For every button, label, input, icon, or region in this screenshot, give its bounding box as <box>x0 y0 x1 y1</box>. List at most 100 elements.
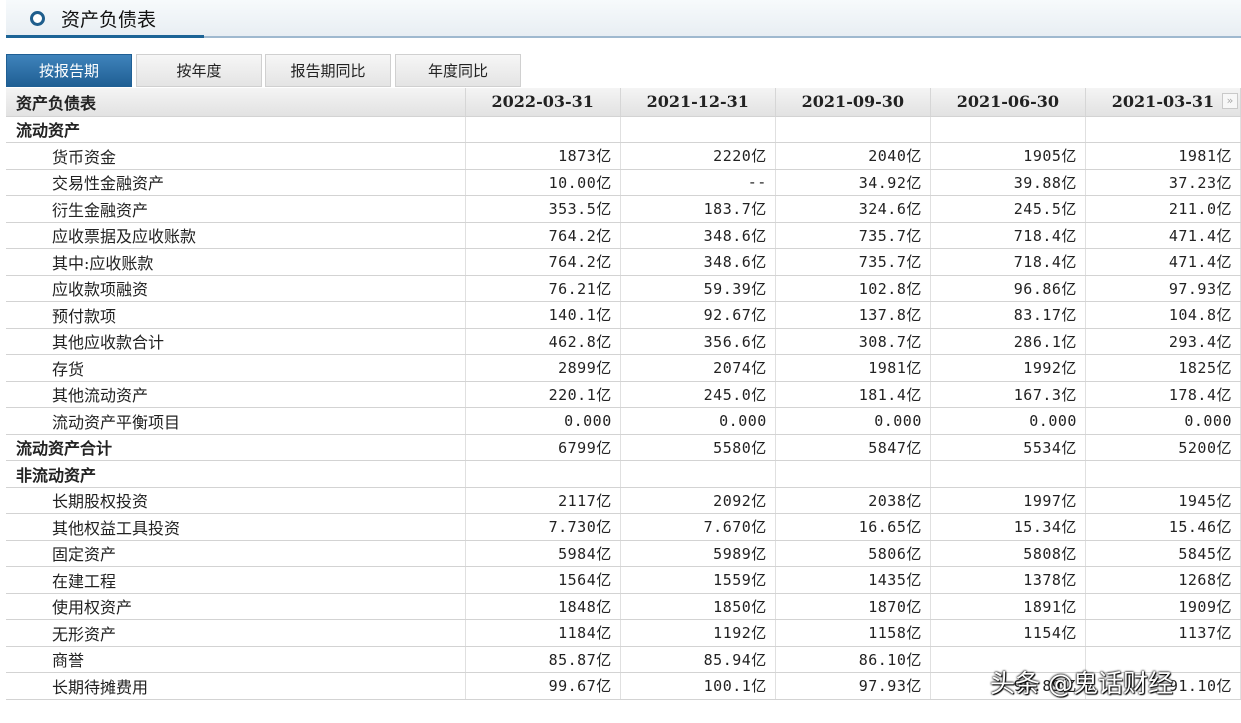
tab-report-period-yoy[interactable]: 报告期同比 <box>265 54 391 87</box>
row-label: 其他流动资产 <box>6 381 466 408</box>
value-cell: 1154亿 <box>930 619 1086 647</box>
value-cell: 293.4亿 <box>1085 328 1241 355</box>
value-cell <box>1085 116 1241 143</box>
page-header: 资产负债表 <box>6 0 1241 38</box>
row-label: 其他权益工具投资 <box>6 513 466 541</box>
row-label: 货币资金 <box>6 142 466 170</box>
row-label: 其中:应收账款 <box>6 248 466 276</box>
value-cell: 39.88亿 <box>930 169 1086 196</box>
value-cell: 2038亿 <box>775 487 931 514</box>
value-cell: 0.000 <box>620 407 776 435</box>
row-label: 商誉 <box>6 646 466 673</box>
table-header-row: 资产负债表 2022-03-31 2021-12-31 2021-09-30 2… <box>6 88 1241 117</box>
table-row: 使用权资产 1848亿 1850亿 1870亿 1891亿 1909亿 <box>6 593 1241 620</box>
value-cell: 1848亿 <box>465 593 621 620</box>
watermark: 头条 @鬼话财经 <box>990 669 1173 698</box>
row-label: 预付款项 <box>6 301 466 329</box>
value-cell: 471.4亿 <box>1085 222 1241 249</box>
value-cell: 59.39亿 <box>620 275 776 302</box>
value-cell: 245.5亿 <box>930 195 1086 223</box>
value-cell: 1850亿 <box>620 593 776 620</box>
value-cell <box>465 460 621 488</box>
table-row: 其中:应收账款 764.2亿 348.6亿 735.7亿 718.4亿 471.4亿 <box>6 248 1241 276</box>
row-label: 衍生金融资产 <box>6 195 466 223</box>
row-label: 交易性金融资产 <box>6 169 466 196</box>
value-cell: 2074亿 <box>620 354 776 382</box>
value-cell: 1945亿 <box>1085 487 1241 514</box>
table-row: 衍生金融资产 353.5亿 183.7亿 324.6亿 245.5亿 211.0亿 <box>6 195 1241 223</box>
table-row: 其他流动资产 220.1亿 245.0亿 181.4亿 167.3亿 178.4亿 <box>6 381 1241 408</box>
header-accent-bar <box>6 35 204 38</box>
value-cell: 718.4亿 <box>930 222 1086 249</box>
value-cell: 92.67亿 <box>620 301 776 329</box>
value-cell: 140.1亿 <box>465 301 621 329</box>
value-cell: 85.94亿 <box>620 646 776 673</box>
value-cell <box>930 460 1086 488</box>
next-page-icon[interactable]: » <box>1222 93 1238 109</box>
value-cell: 5984亿 <box>465 540 621 567</box>
value-cell: 1909亿 <box>1085 593 1241 620</box>
value-cell: 104.8亿 <box>1085 301 1241 329</box>
value-cell: 167.3亿 <box>930 381 1086 408</box>
value-cell: 7.670亿 <box>620 513 776 541</box>
table-row: 预付款项 140.1亿 92.67亿 137.8亿 83.17亿 104.8亿 <box>6 301 1241 329</box>
table-row: 货币资金 1873亿 2220亿 2040亿 1905亿 1981亿 <box>6 142 1241 170</box>
value-cell: 15.46亿 <box>1085 513 1241 541</box>
value-cell: 86.10亿 <box>775 646 931 673</box>
row-label: 流动资产合计 <box>6 434 466 461</box>
value-cell: 10.00亿 <box>465 169 621 196</box>
tab-by-report-period[interactable]: 按报告期 <box>6 54 132 87</box>
value-cell: 7.730亿 <box>465 513 621 541</box>
value-cell <box>930 116 1086 143</box>
value-cell <box>465 116 621 143</box>
table-row: 应收款项融资 76.21亿 59.39亿 102.8亿 96.86亿 97.93亿 <box>6 275 1241 302</box>
row-label: 固定资产 <box>6 540 466 567</box>
value-cell: 1981亿 <box>1085 142 1241 170</box>
tab-by-year[interactable]: 按年度 <box>136 54 262 87</box>
table-row: 其他应收款合计 462.8亿 356.6亿 308.7亿 286.1亿 293.4亿 <box>6 328 1241 355</box>
table-body: 流动资产 货币资金 1873亿 2220亿 2040亿 1905亿 1981亿 交易性金融资产… <box>6 116 1241 700</box>
tab-annual-yoy[interactable]: 年度同比 <box>395 54 521 87</box>
value-cell: 1158亿 <box>775 619 931 647</box>
value-cell: 348.6亿 <box>620 222 776 249</box>
row-label: 无形资产 <box>6 619 466 647</box>
value-cell: 178.4亿 <box>1085 381 1241 408</box>
value-cell: 16.65亿 <box>775 513 931 541</box>
value-cell: 85.87亿 <box>465 646 621 673</box>
column-header-date: 2022-03-31 <box>465 88 621 117</box>
row-label: 应收票据及应收账款 <box>6 222 466 249</box>
value-cell: 1825亿 <box>1085 354 1241 382</box>
value-cell: 137.8亿 <box>775 301 931 329</box>
circle-bullet-icon <box>30 11 45 26</box>
row-label: 存货 <box>6 354 466 382</box>
value-cell: 5845亿 <box>1085 540 1241 567</box>
value-cell: 1564亿 <box>465 566 621 594</box>
value-cell: 1891亿 <box>930 593 1086 620</box>
value-cell: -- <box>620 169 776 196</box>
value-cell: 1559亿 <box>620 566 776 594</box>
row-label: 长期股权投资 <box>6 487 466 514</box>
row-label: 应收款项融资 <box>6 275 466 302</box>
value-cell: 348.6亿 <box>620 248 776 276</box>
value-cell <box>775 460 931 488</box>
balance-sheet-table: 资产负债表 2022-03-31 2021-12-31 2021-09-30 2… <box>6 88 1241 700</box>
value-cell: 764.2亿 <box>465 222 621 249</box>
row-label: 流动资产 <box>6 116 466 143</box>
column-header-date: 2021-03-31 » <box>1085 88 1241 117</box>
value-cell: 353.5亿 <box>465 195 621 223</box>
value-cell: 181.4亿 <box>775 381 931 408</box>
value-cell: 34.92亿 <box>775 169 931 196</box>
section-row: 非流动资产 <box>6 460 1241 488</box>
value-cell: 0.000 <box>930 407 1086 435</box>
value-cell: 1981亿 <box>775 354 931 382</box>
table-row: 长期股权投资 2117亿 2092亿 2038亿 1997亿 1945亿 <box>6 487 1241 514</box>
row-label: 长期待摊费用 <box>6 672 466 700</box>
value-cell: 1873亿 <box>465 142 621 170</box>
value-cell: 1137亿 <box>1085 619 1241 647</box>
column-header-date-text: 2021-03-31 <box>1111 92 1215 112</box>
value-cell: 2899亿 <box>465 354 621 382</box>
table-row: 在建工程 1564亿 1559亿 1435亿 1378亿 1268亿 <box>6 566 1241 594</box>
value-cell: 1905亿 <box>930 142 1086 170</box>
column-header-date: 2021-12-31 <box>620 88 776 117</box>
value-cell <box>775 116 931 143</box>
